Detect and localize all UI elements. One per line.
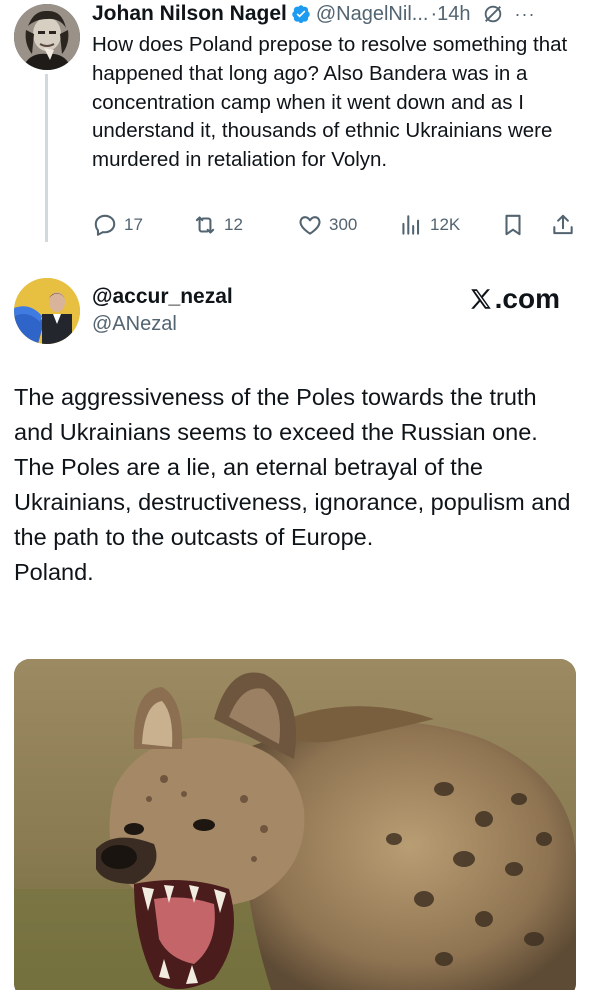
quoted-post-text-end: Poland. xyxy=(14,559,94,585)
tweet-actions: 17 12 300 12K xyxy=(92,212,582,242)
more-options-icon[interactable]: ··· xyxy=(514,4,535,25)
thread-connector-line xyxy=(45,74,48,242)
like-count: 300 xyxy=(329,215,358,234)
share-icon xyxy=(553,214,573,235)
quoted-author-name: @accur_nezal xyxy=(92,285,233,308)
views-count: 12K xyxy=(430,215,461,234)
grok-icon[interactable] xyxy=(482,3,504,25)
reply-button[interactable]: 17 xyxy=(92,212,143,238)
quoted-author-handle: @ANezal xyxy=(92,313,177,335)
bookmark-icon xyxy=(505,214,521,236)
post-media-image[interactable] xyxy=(14,659,576,990)
like-button[interactable]: 300 xyxy=(297,212,357,238)
reply-count: 17 xyxy=(124,215,143,234)
reply-icon xyxy=(94,214,116,236)
repost-button[interactable]: 12 xyxy=(192,212,243,238)
tweet-header: Johan Nilson Nagel @NagelNil... ·14h ··· xyxy=(92,0,582,28)
author-handle[interactable]: @NagelNil... xyxy=(316,3,429,26)
x-com-label: .com xyxy=(494,283,560,314)
bookmark-button[interactable] xyxy=(500,212,526,238)
share-button[interactable] xyxy=(550,212,576,238)
tweet-timestamp[interactable]: ·14h xyxy=(430,3,470,26)
x-logo-icon xyxy=(470,289,491,309)
tweet-text: How does Poland prepose to resolve somet… xyxy=(92,33,568,172)
repost-icon xyxy=(195,216,215,234)
quoted-author-avatar xyxy=(14,278,80,344)
author-avatar-image xyxy=(14,4,80,70)
views-icon xyxy=(402,215,420,235)
quoted-post-text-main: The aggressiveness of the Poles towards … xyxy=(14,384,571,550)
quoted-post-text: The aggressiveness of the Poles towards … xyxy=(14,380,580,590)
verified-badge-icon xyxy=(292,5,310,24)
author-avatar[interactable] xyxy=(14,4,80,70)
quoted-author-avatar-image xyxy=(14,278,80,344)
repost-count: 12 xyxy=(224,215,243,234)
hyena-photo xyxy=(14,659,576,990)
views-button[interactable]: 12K xyxy=(398,212,460,238)
tweet[interactable]: Johan Nilson Nagel @NagelNil... ·14h ···… xyxy=(0,0,590,250)
like-icon xyxy=(299,216,321,235)
x-com-watermark: .com xyxy=(468,283,560,315)
author-name[interactable]: Johan Nilson Nagel xyxy=(92,2,287,26)
